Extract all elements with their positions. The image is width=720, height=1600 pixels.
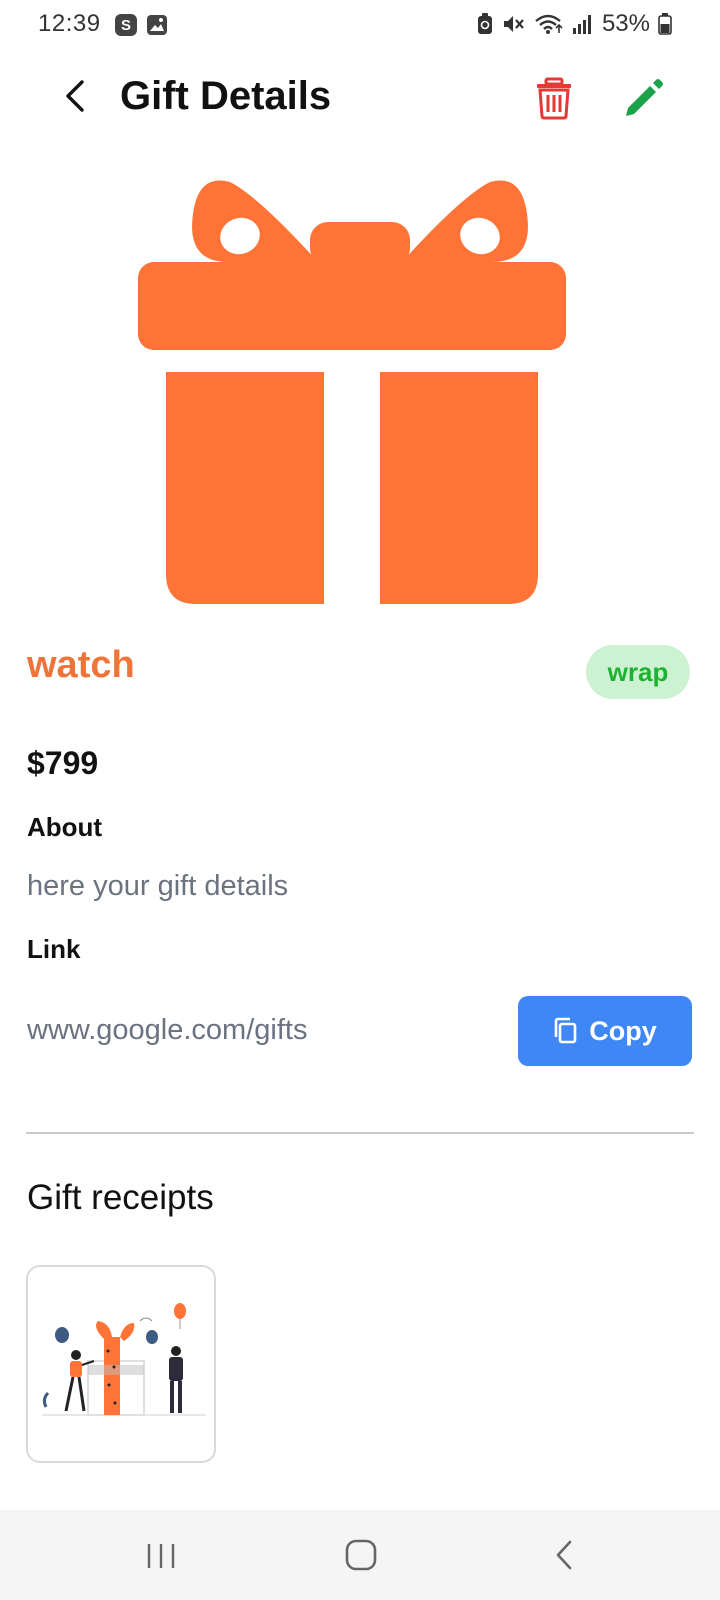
copy-link-button[interactable]: Copy [518,996,692,1066]
gallery-icon [147,15,167,35]
status-time: 12:39 [38,10,101,37]
gift-icon [138,180,566,604]
gift-price: $799 [27,745,99,781]
battery-percent: 53% [601,10,650,37]
signal-icon [572,15,591,34]
receipt-thumbnail[interactable] [26,1265,216,1463]
recent-apps-icon[interactable] [145,1540,177,1572]
mute-icon [503,16,524,32]
battery-icon [658,13,672,35]
section-divider [26,1132,694,1134]
pencil-icon[interactable] [622,76,666,120]
home-icon[interactable] [344,1538,378,1572]
about-heading: About [27,812,103,842]
link-heading: Link [27,934,81,964]
page-title: Gift Details [120,74,332,118]
trash-icon[interactable] [532,76,576,120]
app-notification-badge: S [115,14,137,36]
receipts-heading: Gift receipts [27,1178,214,1217]
copy-icon [554,1017,577,1044]
system-back-icon[interactable] [552,1538,576,1572]
gift-tag-badge: wrap [586,645,690,699]
wifi-icon [535,14,563,34]
battery-saver-icon [477,13,492,34]
about-text: here your gift details [27,870,289,902]
gift-name: watch [27,644,135,686]
copy-button-label: Copy [589,1015,657,1046]
gift-link[interactable]: www.google.com/gifts [27,1014,307,1047]
gift-receipt-illustration-icon [42,1303,206,1416]
status-icons: 53% [476,10,672,38]
back-arrow-icon[interactable] [56,74,96,118]
